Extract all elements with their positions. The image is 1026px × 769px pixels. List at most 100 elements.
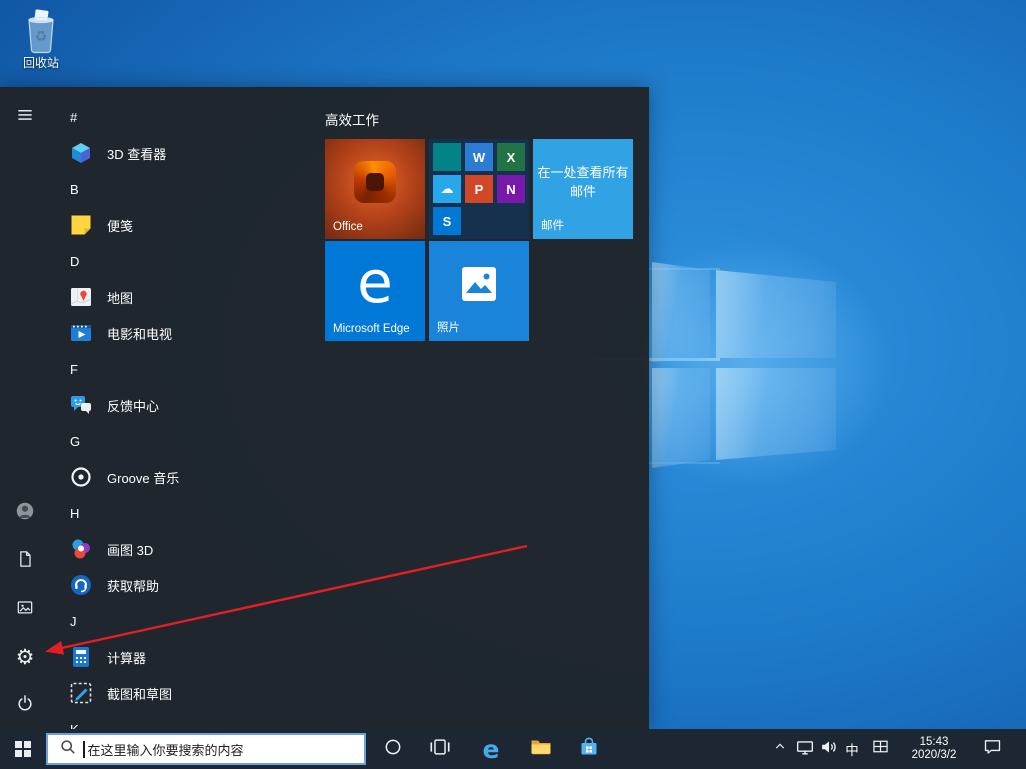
section-letter: G: [70, 433, 81, 449]
edge-logo-icon: e: [357, 248, 393, 316]
task-view-icon: [429, 736, 451, 763]
app-glyph: P: [474, 181, 484, 197]
pictures-icon: [15, 597, 35, 622]
power-button[interactable]: [1, 681, 49, 729]
app-glyph: W: [472, 149, 486, 165]
app-label: 电影和电视: [107, 326, 173, 342]
start-menu: ⚙ # 3D 查看器 B 便笺 D 地图 电影和电视 F 反馈中心 G Groo…: [0, 87, 649, 729]
recycle-bin-label: 回收站: [22, 56, 59, 70]
app-glyph: S: [442, 213, 452, 229]
store-bag-icon: [577, 735, 601, 764]
date-text: 2020/3/2: [911, 749, 957, 761]
windows-logo-pane: [652, 368, 710, 468]
user-account-button[interactable]: [1, 489, 49, 537]
file-explorer-button[interactable]: [518, 729, 564, 769]
app-item-paint-3d[interactable]: 画图 3D: [60, 531, 318, 567]
office-folder-app[interactable]: S: [433, 207, 461, 235]
app-section-header[interactable]: #: [60, 99, 318, 135]
office-folder-app[interactable]: P: [465, 175, 493, 203]
task-view-button[interactable]: [418, 729, 462, 769]
app-item-groove-music[interactable]: Groove 音乐: [60, 459, 318, 495]
app-label: 计算器: [107, 650, 147, 666]
tile-office-folder[interactable]: W X ☁ P N S: [429, 139, 529, 239]
tile-label: 邮件: [541, 220, 564, 232]
start-button[interactable]: [0, 729, 46, 769]
section-letter: B: [70, 181, 79, 197]
settings-button[interactable]: ⚙: [1, 633, 49, 681]
clock[interactable]: 15:43 2020/3/2: [896, 729, 972, 769]
office-folder-app[interactable]: [433, 143, 461, 171]
office-folder-app[interactable]: W: [465, 143, 493, 171]
app-label: 截图和草图: [107, 686, 173, 702]
feedback-hub-icon: [68, 392, 94, 418]
office-folder-app[interactable]: N: [497, 175, 525, 203]
search-icon: [60, 739, 76, 760]
recycle-bin-icon: ♻: [12, 8, 70, 54]
network-status-button[interactable]: [793, 729, 816, 769]
edge-taskbar-button[interactable]: e: [468, 729, 514, 769]
app-item-calculator[interactable]: 计算器: [60, 639, 318, 675]
windows-logo-pane: [652, 262, 710, 362]
groove-music-icon: [68, 464, 94, 490]
app-label: 3D 查看器: [107, 146, 167, 162]
app-label: 便笺: [107, 218, 134, 234]
get-help-icon: [68, 572, 94, 598]
edge-icon: e: [482, 734, 500, 764]
office-folder-app[interactable]: ☁: [433, 175, 461, 203]
cortana-button[interactable]: [372, 729, 414, 769]
pictures-button[interactable]: [1, 585, 49, 633]
folder-icon: [529, 735, 553, 764]
app-list: # 3D 查看器 B 便笺 D 地图 电影和电视 F 反馈中心 G Groove…: [60, 99, 318, 730]
app-label: Groove 音乐: [107, 470, 180, 486]
microsoft-store-button[interactable]: [566, 729, 612, 769]
section-letter: H: [70, 505, 80, 521]
expand-menu-button[interactable]: [1, 93, 49, 141]
ethernet-icon: [794, 736, 816, 763]
action-center-icon: [982, 736, 1003, 762]
svg-text:♻: ♻: [35, 28, 48, 44]
app-item-snip-sketch[interactable]: 截图和草图: [60, 675, 318, 711]
app-label: 地图: [107, 290, 134, 306]
tile-label: Office: [333, 221, 363, 233]
user-avatar-icon: [14, 500, 36, 527]
app-section-header[interactable]: K: [60, 711, 318, 730]
tile-photos[interactable]: 照片: [429, 241, 529, 341]
ime-language-indicator[interactable]: 中: [841, 729, 863, 769]
app-item-sticky-notes[interactable]: 便笺: [60, 207, 318, 243]
app-item-movies-tv[interactable]: 电影和电视: [60, 315, 318, 351]
movies-tv-icon: [68, 320, 94, 346]
app-section-header[interactable]: J: [60, 603, 318, 639]
app-section-header[interactable]: D: [60, 243, 318, 279]
app-label: 反馈中心: [107, 398, 160, 414]
office-folder-app[interactable]: X: [497, 143, 525, 171]
app-section-header[interactable]: B: [60, 171, 318, 207]
calculator-icon: [68, 644, 94, 670]
tile-group-title[interactable]: 高效工作: [325, 109, 379, 129]
mail-tile-headline: 在一处查看所有 邮件: [537, 165, 629, 199]
app-item-maps[interactable]: 地图: [60, 279, 318, 315]
action-center-button[interactable]: [974, 729, 1010, 769]
section-letter: #: [70, 109, 78, 125]
app-item-feedback-hub[interactable]: 反馈中心: [60, 387, 318, 423]
documents-button[interactable]: [1, 537, 49, 585]
recycle-bin-desktop-icon[interactable]: ♻ 回收站: [12, 8, 70, 71]
tile-mail[interactable]: 在一处查看所有 邮件 邮件: [533, 139, 633, 239]
app-section-header[interactable]: H: [60, 495, 318, 531]
taskbar-search-input[interactable]: 在这里输入你要搜索的内容: [46, 733, 366, 765]
section-letter: D: [70, 253, 80, 269]
tile-label: 照片: [437, 322, 460, 334]
volume-button[interactable]: [817, 729, 840, 769]
app-item-3d-viewer[interactable]: 3D 查看器: [60, 135, 318, 171]
app-glyph: N: [506, 181, 516, 197]
app-item-get-help[interactable]: 获取帮助: [60, 567, 318, 603]
keyboard-grid-icon: [870, 736, 891, 762]
tile-microsoft-edge[interactable]: e Microsoft Edge: [325, 241, 425, 341]
tile-office[interactable]: Office: [325, 139, 425, 239]
app-section-header[interactable]: G: [60, 423, 318, 459]
app-label: 画图 3D: [107, 542, 154, 558]
tray-show-hidden-icons-button[interactable]: [768, 729, 792, 769]
cortana-icon: [383, 737, 403, 762]
app-section-header[interactable]: F: [60, 351, 318, 387]
tile-label: Microsoft Edge: [333, 323, 410, 335]
keyboard-layout-button[interactable]: [866, 729, 894, 769]
